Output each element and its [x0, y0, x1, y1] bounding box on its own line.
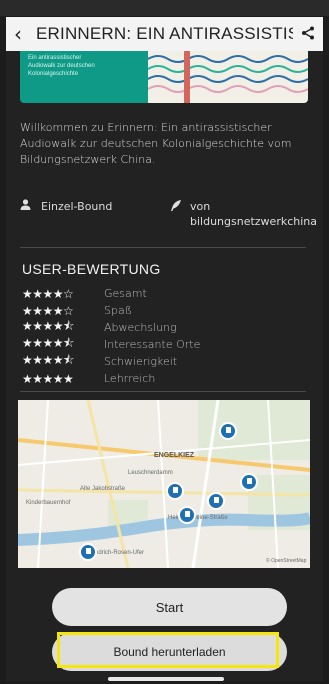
cover-text: Ein antirassistischer Audiowalk zur deut…	[28, 55, 95, 77]
rating-row: ★★★★☆ Gesamt	[22, 286, 147, 301]
map-district-label: ENGELKIEZ	[154, 452, 195, 459]
map-label: Heinrich-Heine-Straße	[168, 515, 228, 521]
share-icon[interactable]	[293, 25, 315, 44]
description-text: Willkommen zu Erinnern: Ein antirassisti…	[20, 121, 292, 166]
star-rating: ★★★★★	[22, 371, 74, 386]
rating-label: Abwechslung	[104, 321, 177, 334]
home-indicator	[108, 677, 224, 681]
cover-image: Ein antirassistischer Audiowalk zur deut…	[20, 51, 308, 103]
rating-label: Spaß	[104, 304, 133, 317]
rating-label: Lehrreich	[104, 372, 156, 385]
detail-content: Ein antirassistischer Audiowalk zur deut…	[6, 51, 323, 681]
star-rating: ★★★★☆	[22, 303, 74, 318]
rating-row: ★★★★⯪ Abwechslung	[22, 319, 177, 335]
download-button[interactable]: Bound herunterladen	[52, 633, 287, 671]
rating-label: Gesamt	[104, 287, 147, 300]
map-attribution: © OpenStreetMap	[266, 558, 307, 564]
app-header: ‹ ERINNERN: EIN ANTIRASSISTIS	[6, 17, 323, 51]
rating-label: Interessante Orte	[104, 338, 201, 351]
star-rating: ★★★★☆	[22, 286, 74, 301]
chevron-left-icon[interactable]: ‹	[14, 22, 36, 46]
map-pin-icon[interactable]	[166, 482, 184, 500]
rating-label: Schwierigkeit	[104, 355, 178, 368]
start-button[interactable]: Start	[52, 588, 287, 626]
map-pin-icon[interactable]	[219, 422, 237, 440]
rating-row: ★★★★★ Lehrreich	[22, 371, 155, 386]
feather-icon	[170, 199, 182, 229]
person-icon	[20, 199, 31, 213]
status-bar	[0, 0, 329, 16]
page-title: ERINNERN: EIN ANTIRASSISTIS	[36, 24, 293, 43]
map-label: Alte Jakobstraße	[80, 486, 126, 492]
rating-row: ★★★★☆ Spaß	[22, 303, 132, 318]
map-pin-icon[interactable]	[207, 492, 225, 510]
ratings-title: USER-BEWERTUNG	[22, 261, 161, 277]
map-pin-icon[interactable]	[178, 506, 196, 524]
rating-row: ★★★★⯪ Schwierigkeit	[22, 353, 178, 369]
map-label: Leuschnerdamm	[128, 470, 173, 476]
star-rating: ★★★★⯪	[22, 353, 74, 367]
app-screen: ‹ ERINNERN: EIN ANTIRASSISTIS Ein antira…	[0, 0, 329, 684]
author-label[interactable]: von bildungsnetzwerkchina	[190, 199, 320, 229]
map-pin-icon[interactable]	[240, 473, 258, 491]
rating-row: ★★★★⯪ Interessante Orte	[22, 336, 201, 352]
bound-type-label: Einzel-Bound	[41, 199, 113, 213]
divider	[20, 247, 306, 248]
divider	[20, 391, 306, 392]
map-label: Kinderbauernhof	[26, 500, 71, 506]
route-map[interactable]: ENGELKIEZ Kinderbauernhof Alte Jakobstra…	[18, 400, 310, 568]
map-pin-icon[interactable]	[79, 543, 97, 561]
